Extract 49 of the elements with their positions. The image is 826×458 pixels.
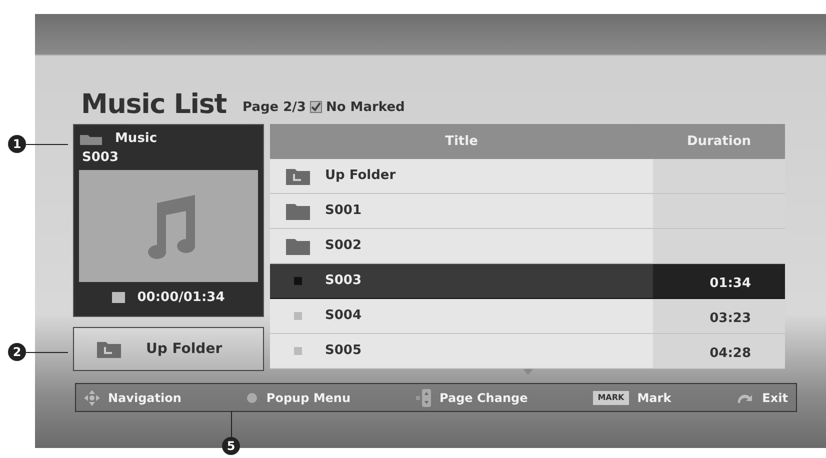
folder-icon: [284, 201, 310, 221]
callout-number: 5: [222, 437, 240, 455]
table-row[interactable]: S005 04:28: [270, 334, 785, 369]
stop-icon: [112, 292, 126, 304]
table-row[interactable]: S002: [270, 229, 785, 264]
duration: 03:23: [710, 310, 751, 328]
callout-number: 2: [8, 343, 26, 361]
table-row[interactable]: S001: [270, 194, 785, 229]
playback-time: 00:00/01:34: [137, 289, 225, 307]
screen-title: Music List: [81, 91, 227, 118]
checkbox-icon: [310, 101, 322, 114]
footer-hint: Page Change: [440, 390, 528, 406]
directional-pad-icon: [84, 390, 100, 406]
mark-key: MARK: [592, 390, 630, 404]
up-folder-button[interactable]: Up Folder: [73, 327, 264, 371]
preview-track: S003: [81, 149, 120, 166]
track-title: S005: [325, 342, 362, 360]
music-folder-icon: [79, 132, 103, 146]
page-indicator: Page 2/3: [242, 98, 306, 116]
marked-status: No Marked: [326, 98, 405, 116]
track-title: Up Folder: [325, 167, 396, 186]
footer-hint: Mark: [637, 390, 672, 406]
footer-hint: Exit: [762, 390, 788, 406]
round-button-icon: [246, 392, 258, 404]
leader-line: [26, 144, 68, 145]
track-title: S003: [325, 272, 362, 290]
callout-number: 1: [8, 135, 26, 153]
preview-category: Music: [115, 130, 158, 148]
table-row[interactable]: S004 03:23: [270, 299, 785, 334]
duration: 01:34: [710, 275, 751, 294]
table-row[interactable]: S003 01:34: [270, 264, 785, 299]
track-title: S004: [325, 307, 362, 326]
file-icon: [294, 347, 302, 355]
table-row[interactable]: Up Folder: [270, 159, 785, 194]
folder-icon: [284, 236, 310, 256]
up-folder-icon: [96, 339, 122, 359]
file-icon: [294, 312, 302, 320]
track-title: S002: [325, 237, 362, 256]
track-title: S001: [325, 202, 362, 220]
leader-line: [231, 411, 232, 437]
column-header: Duration: [686, 132, 752, 151]
column-header: Title: [444, 132, 479, 151]
file-icon: [294, 277, 302, 285]
up-folder-icon: [284, 166, 310, 186]
page-key-icon: [416, 388, 432, 406]
duration: 04:28: [710, 345, 751, 364]
leader-line: [26, 352, 68, 353]
footer-hint: Navigation: [108, 390, 182, 406]
footer-hint: Popup Menu: [266, 390, 351, 406]
